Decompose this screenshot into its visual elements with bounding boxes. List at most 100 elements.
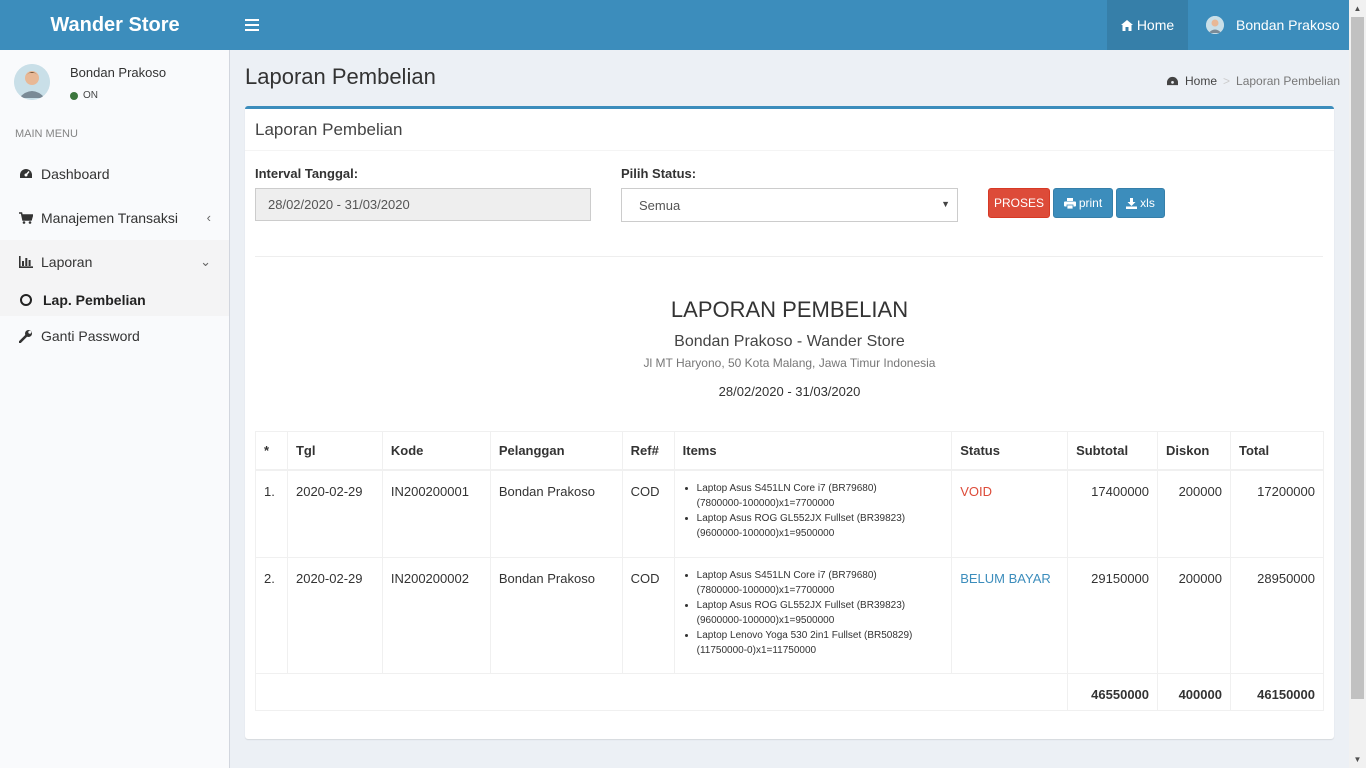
chevron-left-icon: ‹ [206,210,211,225]
column-header: Tgl [286,431,383,471]
divider [255,256,1323,257]
column-header: Status [951,431,1069,471]
box-title: Laporan Pembelian [255,120,403,139]
chevron-down-icon: ⌄ [200,254,211,269]
home-icon [1120,19,1133,31]
row-customer: Bondan Prakoso [489,469,623,558]
top-navbar: Wander Store Home Bondan Prakoso [0,0,1349,50]
row-items: Laptop Asus S451LN Core i7 (BR79680) (780… [673,469,953,558]
report-address: Jl MT Haryono, 50 Kota Malang, Jawa Timu… [643,356,936,370]
xls-button[interactable]: xls [1116,188,1165,218]
report-table: * Tgl Kode Pelanggan Ref# Items Status S… [254,431,1325,711]
row-discount: 200000 [1157,469,1231,558]
report-title: LAPORAN PEMBELIAN [670,297,909,322]
scroll-up-icon[interactable]: ▲ [1349,0,1366,17]
brand-logo[interactable]: Wander Store [0,0,230,50]
column-header: * [255,431,288,471]
sidebar-item-laporan[interactable]: Laporan ⌄ [0,240,229,284]
item-name: Laptop Asus S451LN Core i7 (BR79680) [696,570,877,581]
sidebar-item-manajemen-transaksi[interactable]: Manajemen Transaksi ‹ [0,196,229,240]
column-header: Pelanggan [489,431,623,471]
date-range-input[interactable]: 28/02/2020 - 31/03/2020 [255,188,591,221]
status-dot-icon [70,91,78,100]
item-name: Laptop Asus ROG GL552JX Fullset (BR39823… [696,512,906,524]
totals-spacer [254,673,1069,711]
status-badge: VOID [951,469,1069,558]
row-customer: Bondan Prakoso [489,557,623,674]
item-name: Laptop Asus S451LN Core i7 (BR79680) [696,482,877,494]
list-item: Laptop Lenovo Yoga 530 2in1 Fullset (BR5… [697,628,944,658]
avatar [14,64,50,100]
sidebar-item-dashboard[interactable]: Dashboard [0,152,229,196]
dashboard-icon [18,168,34,180]
list-item: Laptop Asus ROG GL552JX Fullset (BR39823… [697,598,944,628]
row-date: 2020-02-29 [286,557,383,674]
status-select[interactable]: Semua ▼ [621,188,958,222]
column-header: Subtotal [1067,431,1159,471]
print-icon [1063,197,1076,209]
report-box: Laporan Pembelian Interval Tanggal: 28/0… [245,106,1334,739]
item-calc: (7800000-100000)x1=7700000 [696,497,835,509]
column-header: Ref# [621,431,675,471]
nav-home-label: Home [1136,17,1175,33]
sidebar-item-label: Manajemen Transaksi [41,210,178,226]
sidebar-item-ganti-password[interactable]: Ganti Password [0,314,229,358]
table-row: 2. 2020-02-29 IN200200002 Bondan Prakoso… [255,557,1325,674]
scroll-thumb[interactable] [1351,17,1364,699]
sidebar-toggle-icon[interactable] [243,15,261,35]
row-number: 1. [255,469,288,558]
total-discount: 400000 [1157,673,1231,711]
scroll-down-icon[interactable]: ▼ [1349,751,1366,768]
download-icon [1126,197,1138,209]
totals-row: 46550000 400000 46150000 [254,673,1325,711]
divider [245,150,1334,151]
list-item: Laptop Asus ROG GL552JX Fullset (BR39823… [697,511,944,541]
breadcrumb-separator: > [1223,74,1231,88]
avatar [1206,16,1224,34]
row-items: Laptop Asus S451LN Core i7 (BR79680) (780… [673,557,953,674]
row-total: 17200000 [1229,469,1325,558]
sidebar-item-label: Dashboard [41,166,110,182]
item-calc: (7800000-100000)x1=7700000 [696,585,835,596]
sidebar: Bondan Prakoso ON MAIN MENU Dashboard Ma… [0,50,230,768]
total-subtotal: 46550000 [1067,673,1159,711]
breadcrumb-home-link[interactable]: Home [1185,74,1217,88]
print-button[interactable]: print [1053,188,1113,218]
menu-header: MAIN MENU [15,128,78,140]
proses-button[interactable]: PROSES [988,188,1050,218]
row-ref: COD [621,557,675,674]
item-calc: (9600000-100000)x1=9500000 [696,615,835,626]
sidebar-subitem-lap-pembelian[interactable]: Lap. Pembelian [0,283,229,316]
page-scrollbar[interactable]: ▲ ▼ [1349,0,1366,768]
cart-icon [18,212,34,224]
print-button-label: print [1078,196,1103,210]
page-title: Laporan Pembelian [245,64,436,89]
row-date: 2020-02-29 [286,469,383,558]
user-panel-name: Bondan Prakoso [70,65,167,80]
grand-total: 46150000 [1229,673,1325,711]
sidebar-subitem-label: Lap. Pembelian [43,291,146,308]
wrench-icon [18,329,34,343]
column-header: Diskon [1157,431,1231,471]
row-subtotal: 29150000 [1067,557,1159,674]
row-discount: 200000 [1157,557,1231,674]
breadcrumb: Home > Laporan Pembelian [1166,74,1340,88]
user-panel: Bondan Prakoso ON [0,50,230,120]
xls-button-label: xls [1140,196,1155,210]
row-subtotal: 17400000 [1067,469,1159,558]
bar-chart-icon [18,256,34,268]
item-name: Laptop Lenovo Yoga 530 2in1 Fullset (BR5… [696,630,913,641]
row-number: 2. [255,557,288,674]
status-select-value: Semua [639,197,681,213]
nav-home-link[interactable]: Home [1107,0,1188,50]
interval-label: Interval Tanggal: [255,166,359,181]
status-label: ON [83,90,98,101]
row-total: 28950000 [1229,557,1325,674]
row-ref: COD [621,469,675,558]
user-menu[interactable]: Bondan Prakoso [1188,0,1349,50]
item-calc: (11750000-0)x1=11750000 [696,645,817,656]
breadcrumb-current: Laporan Pembelian [1236,74,1341,88]
status-badge: BELUM BAYAR [951,557,1069,674]
column-header: Items [673,431,953,471]
column-header: Total [1229,431,1325,471]
